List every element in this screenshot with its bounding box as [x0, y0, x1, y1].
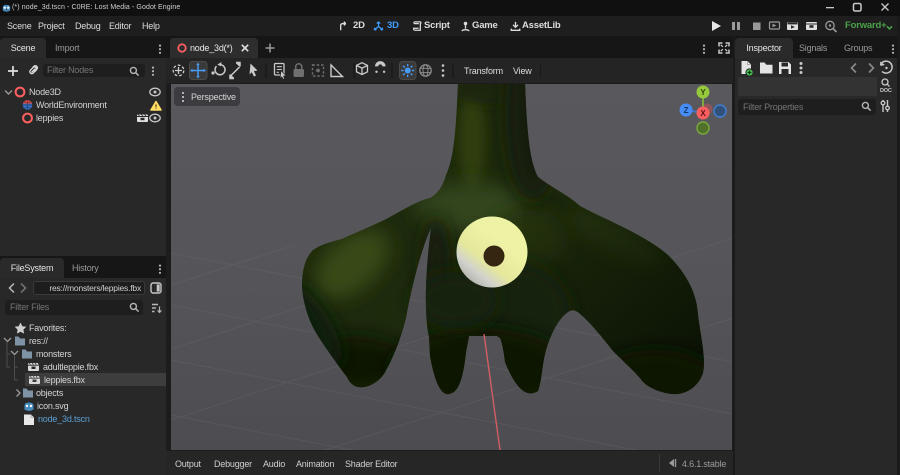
svg-text:Z: Z — [684, 106, 689, 115]
svg-text:Y: Y — [700, 88, 706, 97]
svg-text:X: X — [700, 109, 706, 118]
svg-text:DOC: DOC — [880, 88, 892, 94]
